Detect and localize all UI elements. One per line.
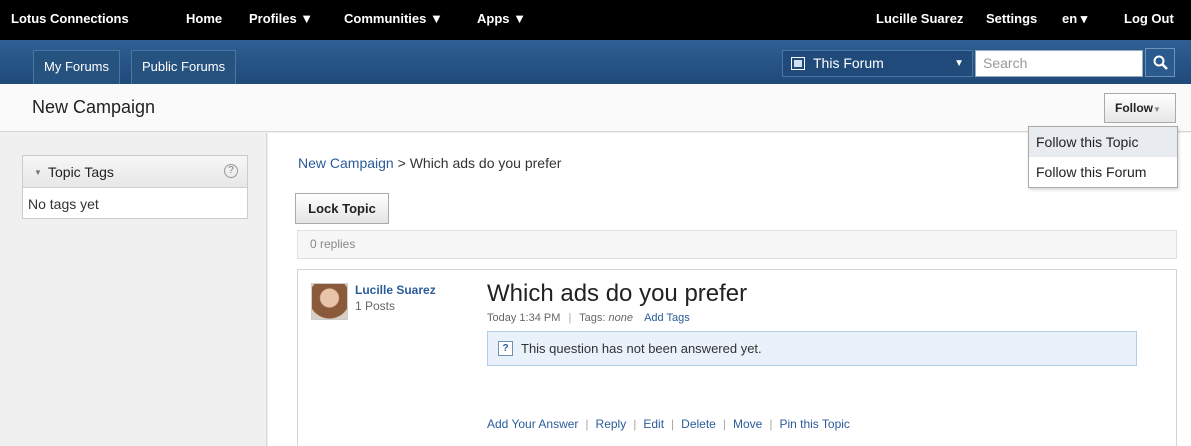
add-answer-link[interactable]: Add Your Answer: [487, 417, 578, 431]
home-link[interactable]: Home: [186, 0, 222, 40]
action-separator: |: [671, 417, 675, 431]
search-button[interactable]: [1145, 48, 1175, 77]
menu-item-follow-forum[interactable]: Follow this Forum: [1029, 157, 1177, 187]
profiles-menu[interactable]: Profiles ▼: [249, 0, 313, 40]
brand-link[interactable]: Lotus Connections: [11, 0, 129, 40]
settings-link[interactable]: Settings: [986, 0, 1037, 40]
action-separator: |: [769, 417, 773, 431]
action-separator: |: [722, 417, 726, 431]
communities-menu[interactable]: Communities ▼: [344, 0, 443, 40]
topic-tags-title: Topic Tags: [48, 164, 114, 180]
post-time: Today 1:34 PM: [487, 312, 561, 324]
topic-post: Lucille Suarez 1 Posts Which ads do you …: [297, 269, 1177, 446]
logout-link[interactable]: Log Out: [1124, 0, 1174, 40]
post-title: Which ads do you prefer: [487, 280, 748, 307]
apps-menu[interactable]: Apps ▼: [477, 0, 526, 40]
author-post-count: 1 Posts: [355, 299, 396, 313]
notice-text: This question has not been answered yet.: [521, 341, 762, 356]
meta-separator: |: [568, 312, 572, 324]
replies-count: 0 replies: [297, 230, 1177, 259]
author-link[interactable]: Lucille Suarez: [355, 283, 436, 297]
language-menu[interactable]: en ▾: [1062, 0, 1087, 40]
tab-public-forums[interactable]: Public Forums: [131, 50, 237, 84]
move-link[interactable]: Move: [733, 417, 762, 431]
search-icon: [1153, 55, 1168, 70]
delete-link[interactable]: Delete: [681, 417, 716, 431]
tags-value: none: [608, 312, 633, 324]
pin-topic-link[interactable]: Pin this Topic: [779, 417, 849, 431]
avatar[interactable]: [311, 283, 348, 320]
forum-icon: [791, 57, 805, 70]
follow-menu: Follow this Topic Follow this Forum: [1028, 126, 1178, 188]
topic-tags-header[interactable]: ▼ Topic Tags ?: [23, 156, 247, 188]
chevron-down-icon: ▼: [1153, 105, 1161, 114]
action-separator: |: [633, 417, 637, 431]
follow-button[interactable]: Follow▼: [1104, 93, 1176, 123]
question-icon: ?: [498, 341, 513, 356]
reply-link[interactable]: Reply: [596, 417, 627, 431]
search-scope-select[interactable]: This Forum ▼: [782, 50, 973, 77]
page-header: New Campaign: [0, 84, 1191, 132]
page-title: New Campaign: [32, 97, 156, 117]
help-icon[interactable]: ?: [224, 164, 238, 178]
user-name-link[interactable]: Lucille Suarez: [876, 0, 963, 40]
breadcrumb-forum-link[interactable]: New Campaign: [298, 155, 394, 171]
breadcrumb-current: Which ads do you prefer: [409, 155, 562, 171]
post-actions: Add Your Answer | Reply | Edit | Delete | Move | P…: [487, 417, 850, 431]
sidebar: ▼ Topic Tags ? No tags yet: [0, 133, 267, 446]
post-meta: Today 1:34 PM | Tags: none Add Tags: [487, 312, 690, 324]
collapse-triangle-icon: ▼: [34, 168, 42, 177]
search-input[interactable]: Search: [975, 50, 1143, 77]
add-tags-link[interactable]: Add Tags: [644, 312, 690, 324]
top-bar: Lotus Connections Home Profiles ▼ Commun…: [0, 0, 1191, 40]
action-separator: |: [585, 417, 589, 431]
follow-label: Follow: [1115, 101, 1153, 115]
edit-link[interactable]: Edit: [643, 417, 664, 431]
unanswered-notice: ? This question has not been answered ye…: [487, 331, 1137, 366]
breadcrumb-separator: >: [397, 155, 406, 171]
tags-label: Tags:: [579, 312, 606, 324]
no-tags-text: No tags yet: [28, 196, 99, 212]
menu-item-follow-topic[interactable]: Follow this Topic: [1029, 127, 1177, 157]
breadcrumb: New Campaign > Which ads do you prefer: [298, 155, 561, 171]
chevron-down-icon: ▼: [954, 58, 964, 69]
topic-tags-panel: ▼ Topic Tags ? No tags yet: [22, 155, 248, 219]
lock-topic-button[interactable]: Lock Topic: [295, 193, 389, 224]
tab-my-forums[interactable]: My Forums: [33, 50, 120, 84]
search-scope-label: This Forum: [813, 55, 884, 71]
